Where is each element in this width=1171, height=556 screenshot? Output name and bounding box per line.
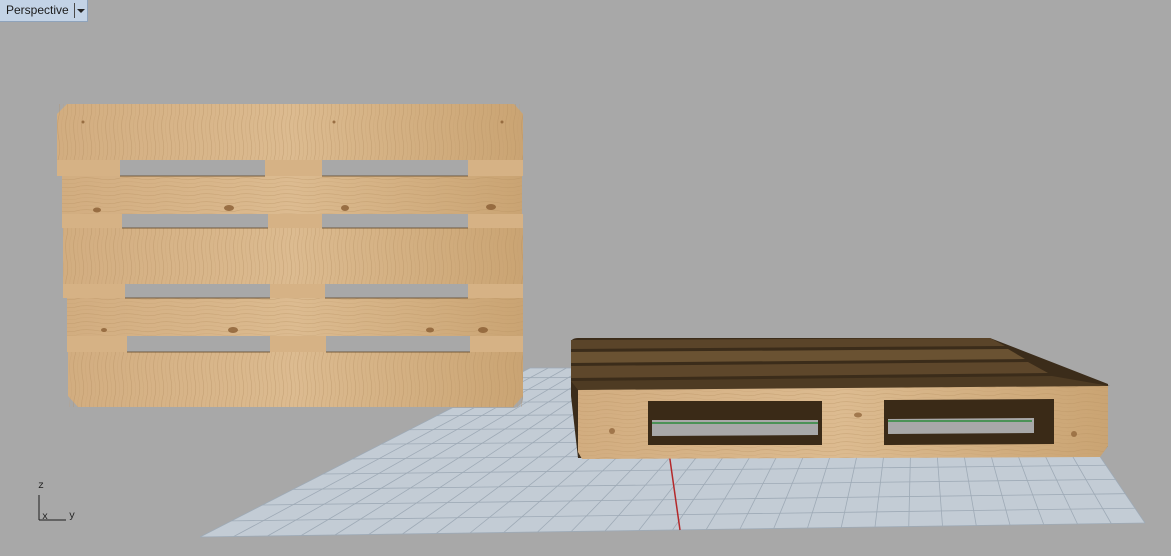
z-axis-label: z	[38, 481, 45, 492]
chevron-down-icon[interactable]	[75, 0, 87, 21]
perspective-viewport[interactable]: Perspective z x y	[0, 0, 1171, 556]
viewport-title[interactable]: Perspective	[0, 0, 74, 21]
y-axis-label: y	[69, 511, 76, 522]
pallet-boards	[57, 104, 523, 407]
scene-canvas[interactable]	[0, 0, 1171, 556]
upright-pallet[interactable]	[57, 104, 523, 408]
flat-pallet[interactable]	[571, 338, 1110, 459]
x-axis-label: x	[42, 512, 49, 523]
viewport-title-tab[interactable]: Perspective	[0, 0, 88, 22]
